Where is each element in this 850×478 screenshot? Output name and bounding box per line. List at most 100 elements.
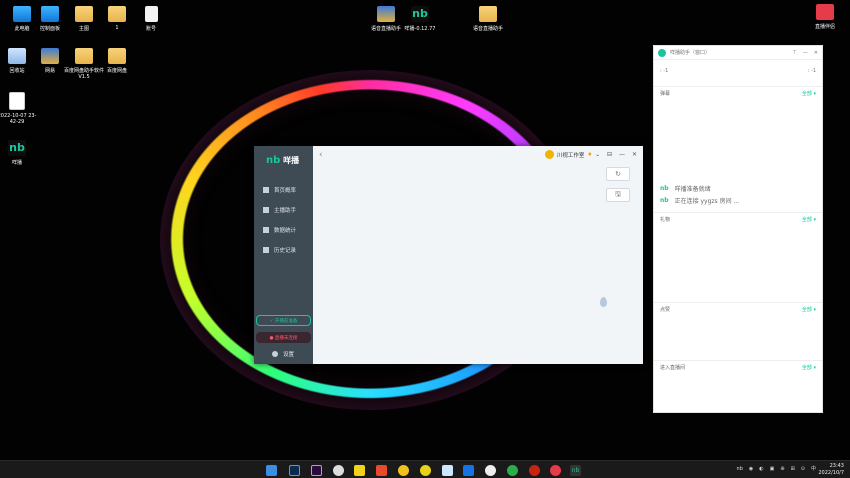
studio-name: 川视工作室 bbox=[556, 152, 585, 159]
folder-icon bbox=[75, 6, 93, 22]
message-text: 咩播准备就绪 bbox=[674, 186, 711, 193]
folder-icon bbox=[75, 48, 93, 64]
desktop-icon-live-companion[interactable]: 直播伴侣 bbox=[803, 4, 847, 30]
minimize-button[interactable]: — bbox=[803, 50, 808, 56]
control-panel-icon bbox=[41, 6, 59, 22]
settings-label: 设置 bbox=[283, 352, 295, 358]
tray-app-icon[interactable]: ⊞ bbox=[791, 466, 795, 472]
premiere-icon[interactable] bbox=[311, 465, 322, 476]
app-icon[interactable] bbox=[398, 465, 409, 476]
photoshop-icon[interactable] bbox=[289, 465, 300, 476]
start-icon[interactable] bbox=[266, 465, 277, 476]
desktop-icon-label: 咩播 bbox=[11, 160, 22, 166]
tray-record-icon[interactable]: ◉ bbox=[749, 466, 753, 472]
assistant-panel: 咩播助手（窗口） ⊤ — ✕ : -1: -1 弹幕 全部 ▾ nb 咩播准备就绪 nb… bbox=[653, 45, 823, 413]
wechat-icon[interactable] bbox=[507, 465, 518, 476]
app-icon[interactable] bbox=[463, 465, 474, 476]
nav-item-home[interactable]: 首页概率 bbox=[263, 186, 296, 194]
folder-icon bbox=[108, 48, 126, 64]
minimize-button[interactable]: — bbox=[619, 151, 625, 158]
tray-miebo-icon[interactable]: nb bbox=[737, 466, 743, 472]
close-button[interactable]: ✕ bbox=[632, 151, 637, 158]
prepare-live-button[interactable]: ✓ 开播前准备 bbox=[256, 315, 311, 326]
desktop: 此电脑 控制面板 主图 1 账号 回收站 网易 百度网盘助手软件V1.5 百度网… bbox=[0, 0, 850, 478]
message-item: nb 咩播准备就绪 bbox=[660, 184, 711, 193]
section-likes: 点赞 全部 ▾ bbox=[654, 302, 822, 358]
filter-select[interactable]: 全部 ▾ bbox=[802, 306, 816, 313]
title-bar: 川视工作室 ♦ ⌄ ⊟ — ✕ bbox=[544, 150, 637, 159]
clock[interactable]: 23:43 2022/10/7 bbox=[818, 463, 844, 477]
miebo-logo-icon bbox=[658, 48, 666, 57]
nav-item-assistant[interactable]: 主播助手 bbox=[263, 206, 296, 214]
settings-button[interactable]: 设置 bbox=[272, 350, 294, 358]
desktop-icon-label: 网易 bbox=[44, 68, 55, 74]
filter-select[interactable]: 全部 ▾ bbox=[802, 216, 816, 223]
video-file-icon bbox=[9, 92, 25, 110]
edge-icon[interactable] bbox=[485, 465, 496, 476]
desktop-icon-label: 控制面板 bbox=[39, 26, 60, 32]
desktop-icon-label: 百度网盘 bbox=[106, 68, 127, 74]
desktop-icon-label: 1 bbox=[115, 25, 119, 31]
desktop-icon-video[interactable]: 2022-10-07 23-42-29 bbox=[0, 92, 39, 125]
desktop-icon-label: 咩播-0.12.77 bbox=[404, 26, 436, 32]
desktop-icon-baidu-pan[interactable]: 百度网盘 bbox=[95, 48, 139, 74]
date: 2022/10/7 bbox=[818, 470, 844, 476]
live-status-button[interactable]: ● 直播未连接 bbox=[256, 332, 311, 343]
studio-selector[interactable]: 川视工作室 ♦ ⌄ bbox=[544, 150, 600, 159]
app-logo: nb 咩播 bbox=[266, 155, 299, 166]
assistant-icon bbox=[263, 207, 269, 213]
desktop-icon-label: 语音直播助手 bbox=[472, 26, 503, 32]
desktop-icon-voice-live-folder[interactable]: 语音直播助手 bbox=[466, 6, 510, 32]
tray-app-icon[interactable]: ▣ bbox=[770, 466, 775, 472]
app-icon[interactable] bbox=[442, 465, 453, 476]
input-method-icon[interactable]: 中 bbox=[811, 465, 816, 472]
logo-glyph: nb bbox=[266, 155, 281, 166]
app-icon[interactable] bbox=[529, 465, 540, 476]
tiktok-icon[interactable] bbox=[333, 465, 344, 476]
desktop-icon-account[interactable]: 账号 bbox=[129, 6, 173, 32]
nav-item-history[interactable]: 历史记录 bbox=[263, 246, 296, 254]
back-button[interactable]: ‹ bbox=[319, 150, 323, 160]
desktop-icon-label: 语音直播助手 bbox=[370, 26, 401, 32]
history-icon bbox=[263, 247, 269, 253]
section-enter-room: 进入直播间 全部 ▾ bbox=[654, 360, 822, 414]
nav-label: 数据统计 bbox=[274, 228, 297, 234]
folder-icon bbox=[108, 6, 126, 22]
chrome-icon[interactable] bbox=[420, 465, 431, 476]
filter-select[interactable]: 全部 ▾ bbox=[802, 90, 816, 97]
tray-app-icon[interactable]: ⊙ bbox=[801, 466, 805, 472]
desktop-icon-label: 主图 bbox=[78, 26, 89, 32]
tray-app-icon[interactable]: ⊕ bbox=[780, 466, 784, 472]
stat-right: : -1 bbox=[807, 68, 816, 74]
recycle-bin-icon bbox=[8, 48, 26, 64]
droplet-icon bbox=[600, 297, 607, 307]
document-icon bbox=[144, 6, 158, 22]
save-button[interactable]: 🖫 bbox=[606, 188, 630, 202]
app-icon[interactable] bbox=[354, 465, 365, 476]
close-button[interactable]: ✕ bbox=[814, 50, 818, 56]
refresh-button[interactable]: ↻ bbox=[606, 167, 630, 181]
filter-select[interactable]: 全部 ▾ bbox=[802, 364, 816, 371]
stat-left: : -1 bbox=[660, 68, 669, 74]
section-gifts: 礼物 全部 ▾ bbox=[654, 212, 822, 302]
message-text: 正在连接 yygzs 房间 ... bbox=[674, 198, 740, 205]
sidebar: nb 咩播 首页概率 主播助手 数据统计 历史记录 ✓ 开播前准备 ● 直播未连… bbox=[254, 146, 313, 364]
miebo-icon: nb bbox=[8, 140, 26, 156]
miebo-icon: nb bbox=[411, 6, 429, 22]
app-icon[interactable] bbox=[376, 465, 387, 476]
folder-icon bbox=[479, 6, 497, 22]
nav-label: 主播助手 bbox=[274, 208, 297, 214]
tray-app-icon[interactable]: ◐ bbox=[759, 466, 763, 472]
desktop-icon-miebo-installer[interactable]: nb 咩播-0.12.77 bbox=[398, 6, 442, 32]
section-title: 进入直播间 bbox=[660, 365, 686, 371]
panel-stats-row: : -1 : -1 bbox=[660, 68, 816, 74]
nav-item-stats[interactable]: 数据统计 bbox=[263, 226, 296, 234]
miebo-logo-icon: nb bbox=[660, 197, 669, 204]
desktop-icon-label: 回收站 bbox=[9, 68, 25, 74]
live-companion-icon[interactable] bbox=[550, 465, 561, 476]
pin-button[interactable]: ⊤ bbox=[792, 50, 796, 56]
miebo-icon[interactable]: nb bbox=[570, 465, 581, 476]
restore-button[interactable]: ⊟ bbox=[607, 151, 612, 158]
netease-icon bbox=[41, 48, 59, 64]
desktop-icon-miebo[interactable]: nb 咩播 bbox=[0, 140, 39, 166]
